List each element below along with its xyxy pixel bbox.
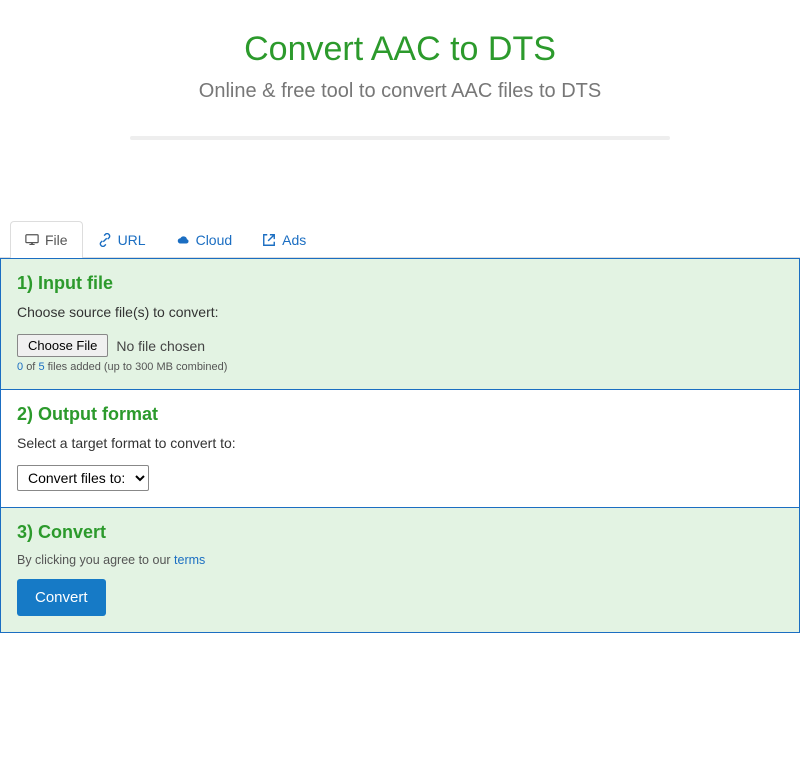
external-link-icon bbox=[262, 233, 276, 247]
monitor-icon bbox=[25, 233, 39, 247]
step-convert: 3) Convert By clicking you agree to our … bbox=[1, 508, 799, 632]
step1-title: 1) Input file bbox=[17, 273, 783, 294]
files-max-count: 5 bbox=[38, 361, 44, 373]
file-count-hint: 0 of 5 files added (up to 300 MB combine… bbox=[17, 361, 783, 373]
tab-file[interactable]: File bbox=[10, 221, 83, 258]
tab-url[interactable]: URL bbox=[83, 221, 161, 258]
output-format-select[interactable]: Convert files to: bbox=[17, 465, 149, 491]
page-subtitle: Online & free tool to convert AAC files … bbox=[140, 77, 660, 106]
step2-desc: Select a target format to convert to: bbox=[17, 435, 783, 451]
convert-panel: 1) Input file Choose source file(s) to c… bbox=[0, 258, 800, 633]
step1-desc: Choose source file(s) to convert: bbox=[17, 304, 783, 320]
tab-file-label: File bbox=[45, 232, 68, 248]
divider bbox=[130, 136, 670, 140]
tab-cloud-label: Cloud bbox=[196, 232, 233, 248]
cloud-icon bbox=[176, 233, 190, 247]
step3-title: 3) Convert bbox=[17, 522, 783, 543]
hero-section: Convert AAC to DTS Online & free tool to… bbox=[0, 0, 800, 200]
convert-button[interactable]: Convert bbox=[17, 579, 106, 616]
link-icon bbox=[98, 233, 112, 247]
tab-ads-label: Ads bbox=[282, 232, 306, 248]
tab-ads[interactable]: Ads bbox=[247, 221, 321, 258]
source-tabs: File URL Cloud Ads bbox=[0, 220, 800, 258]
tab-url-label: URL bbox=[118, 232, 146, 248]
step-input-file: 1) Input file Choose source file(s) to c… bbox=[1, 259, 799, 390]
files-added-count: 0 bbox=[17, 361, 23, 373]
choose-file-button[interactable]: Choose File bbox=[17, 334, 108, 357]
terms-line: By clicking you agree to our terms bbox=[17, 553, 783, 567]
file-chosen-status: No file chosen bbox=[116, 338, 205, 354]
terms-link[interactable]: terms bbox=[174, 553, 205, 567]
step2-title: 2) Output format bbox=[17, 404, 783, 425]
tab-cloud[interactable]: Cloud bbox=[161, 221, 248, 258]
step-output-format: 2) Output format Select a target format … bbox=[1, 390, 799, 508]
page-title: Convert AAC to DTS bbox=[20, 30, 780, 69]
